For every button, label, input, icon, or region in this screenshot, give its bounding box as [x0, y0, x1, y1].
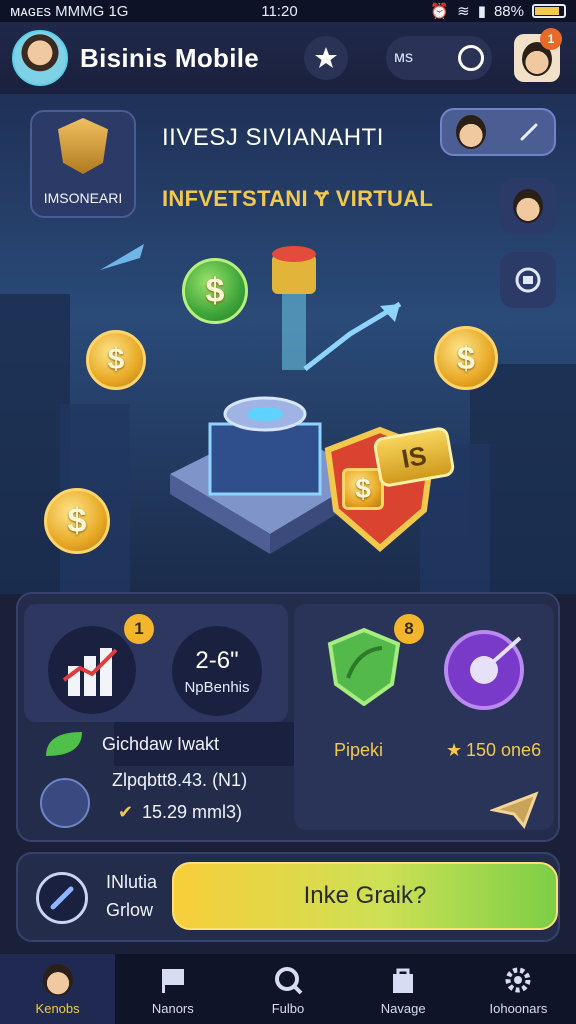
right-row-label: Pipeki: [334, 740, 384, 760]
star-icon: ★: [446, 740, 463, 760]
favorite-button[interactable]: [304, 36, 348, 80]
leaf-badge: 8: [394, 614, 424, 644]
edit-button[interactable]: [36, 872, 88, 924]
alarm-icon: ⏰: [430, 3, 450, 20]
stat-summary: 2-6" NpBenhis: [172, 626, 262, 716]
user-avatar[interactable]: [12, 30, 68, 86]
status-bar: ᴍᴀɢᴇs MMMG 1G 11:20 ⏰ ≋ ▮ 88%: [0, 0, 576, 22]
cta-text: INlutia Grlow: [106, 868, 157, 924]
shopping-bag-icon: [386, 963, 420, 997]
bottom-nav: Kenobs Nanors Fulbo Navage Iohoonars: [0, 954, 576, 1024]
toggle-label: ᴍs: [394, 49, 413, 66]
rewards-card[interactable]: 8 Pipeki ★ 150 one6: [294, 604, 554, 830]
cta-text-line-2: Grlow: [106, 900, 154, 920]
battery-icon: [531, 4, 566, 18]
left-row-label: Gichdaw Iwakt: [102, 734, 220, 754]
nav-item-fulbo[interactable]: Fulbo: [230, 954, 345, 1024]
game-controller-icon[interactable]: [40, 778, 90, 828]
hero-subtitle: INFVETSTANI Ɏ VIRTUAL: [162, 186, 434, 211]
stat-label: NpBenhis: [184, 678, 250, 696]
nav-item-kenobs[interactable]: Kenobs: [0, 954, 116, 1024]
cta-text-line-1: INlutia: [106, 872, 158, 892]
chart-button[interactable]: [48, 626, 136, 714]
star-icon: [315, 47, 337, 68]
primary-action-button[interactable]: Inke Graik?: [172, 862, 558, 930]
beacon-icon: [272, 246, 316, 370]
stat-value: 2-6": [195, 646, 239, 674]
star-value: 150 one6: [466, 740, 542, 760]
stats-panel: 1 2-6" NpBenhis Gichdaw Iwakt Zlpqbtt8.4…: [16, 592, 560, 842]
arrow-decoration-icon: [100, 244, 144, 270]
toggle-knob: [458, 45, 484, 71]
nav-label: Navage: [380, 1000, 426, 1016]
nav-item-nanors[interactable]: Nanors: [115, 954, 230, 1024]
advisor-call-button[interactable]: [440, 108, 556, 156]
phone-icon: [520, 123, 538, 141]
signal-icon: ▮: [477, 3, 486, 20]
notification-badge: 1: [540, 28, 562, 50]
check-icon: ✔: [118, 802, 134, 822]
nav-label: Nanors: [151, 1000, 194, 1016]
theme-toggle[interactable]: ᴍs: [386, 36, 492, 80]
gold-coin-icon: $: [44, 488, 110, 554]
nav-label: Iohoonars: [489, 1000, 548, 1016]
leaf-shield-icon: [327, 627, 401, 706]
vault-icon: [515, 267, 541, 293]
battery-percent: 88%: [493, 2, 524, 20]
flag-icon: [156, 963, 190, 997]
leaf-icon: [46, 732, 82, 756]
portfolio-card[interactable]: 1 2-6" NpBenhis: [24, 604, 288, 722]
advisor-avatar: [456, 115, 486, 149]
gold-coin-icon: $: [86, 330, 146, 390]
status-icons: ⏰ ≋ ▮ 88%: [430, 2, 566, 20]
nav-item-navage[interactable]: Navage: [346, 954, 461, 1024]
settings-icon: [501, 963, 535, 997]
detail-line-1: Zlpqbtt8.43. (N1): [112, 770, 248, 790]
green-coin-icon: $: [182, 258, 248, 324]
hero-title: IIVESJ SIVIANAHTI: [162, 124, 384, 151]
search-icon: [271, 963, 305, 997]
agent-icon: [513, 189, 543, 223]
carrier-text: ᴍᴀɢᴇs MMMG 1G: [10, 2, 129, 20]
hero-section: IMSONEARI IIVESJ SIVIANAHTI INFVETSTANI …: [0, 94, 576, 594]
wifi-icon: ≋: [457, 3, 470, 20]
vault-button[interactable]: [500, 252, 556, 308]
support-agent-button[interactable]: [500, 178, 556, 234]
gold-coin-icon: $: [434, 326, 498, 390]
app-title: Bisinis Mobile: [80, 42, 260, 73]
profile-label: IMSONEARI: [43, 190, 123, 206]
app-header: Bisinis Mobile ᴍs 1: [0, 22, 576, 94]
nav-label: Kenobs: [35, 1000, 80, 1016]
shield-avatar-icon: [58, 118, 108, 174]
detail-line-2: 15.29 mml3): [142, 802, 243, 822]
chart-badge: 1: [124, 614, 154, 644]
nav-label: Fulbo: [271, 1000, 305, 1016]
clock: 11:20: [261, 2, 298, 20]
investor-profile-card[interactable]: IMSONEARI: [30, 110, 136, 218]
target-icon: [444, 630, 524, 710]
nav-item-iohoonars[interactable]: Iohoonars: [461, 954, 576, 1024]
cta-panel: INlutia Grlow Inke Graik?: [16, 852, 560, 942]
pencil-icon: [50, 886, 74, 910]
send-icon[interactable]: [490, 790, 540, 830]
profile-icon: [41, 963, 75, 997]
bar-chart-icon: [62, 648, 118, 696]
